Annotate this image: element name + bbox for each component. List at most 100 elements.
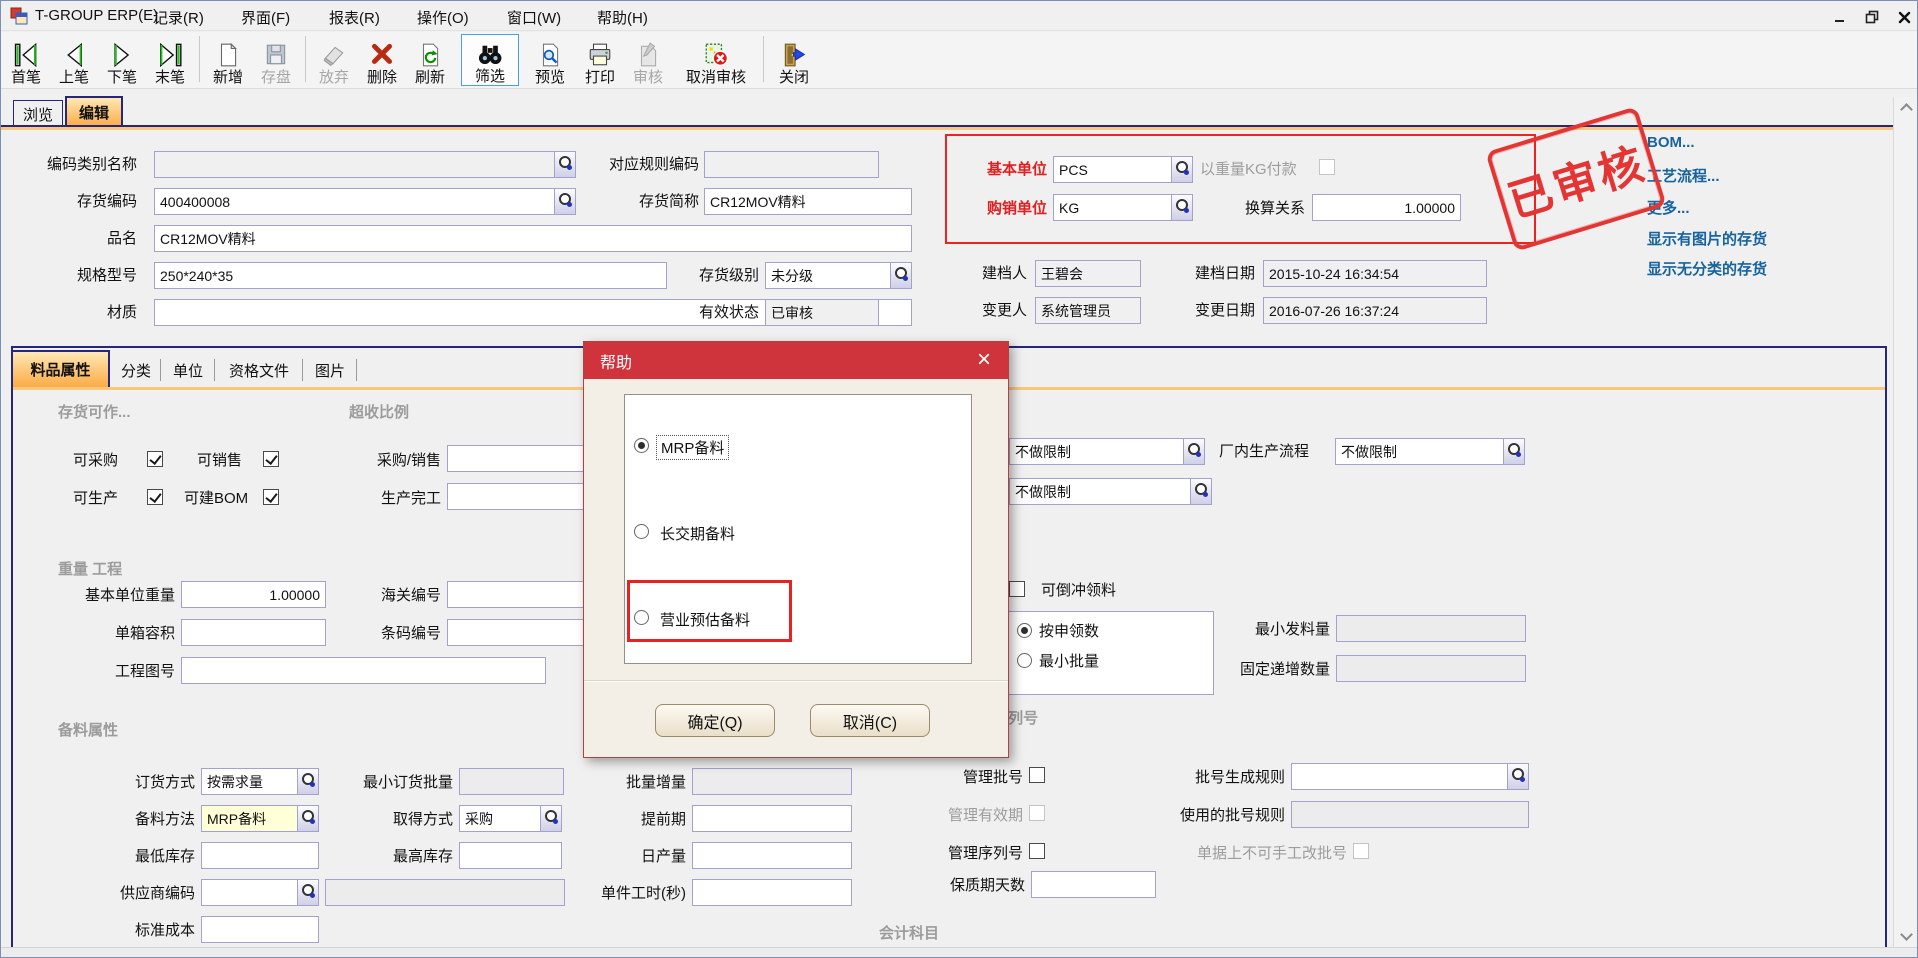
sellable-checkbox[interactable]	[263, 451, 279, 467]
toolbar-cancel-audit-button[interactable]: 取消审核	[675, 34, 757, 86]
scroll-up-icon[interactable]	[1900, 103, 1913, 116]
code-class-field[interactable]	[154, 151, 576, 178]
lookup-icon[interactable]	[554, 152, 575, 177]
fixed-increment-label: 固定递增数量	[1196, 661, 1330, 679]
menu-record[interactable]: 记录(R)	[153, 7, 204, 28]
minimize-button[interactable]	[1829, 7, 1851, 27]
tab-image[interactable]: 图片	[306, 356, 354, 384]
tab-classification[interactable]: 分类	[114, 356, 158, 384]
manage-serial-checkbox[interactable]	[1029, 843, 1045, 859]
restore-button[interactable]	[1861, 7, 1883, 27]
min-batch-radio[interactable]	[1017, 653, 1032, 668]
lookup-icon[interactable]	[1503, 439, 1524, 464]
lookup-icon[interactable]	[297, 769, 318, 794]
purchasable-checkbox[interactable]	[147, 451, 163, 467]
dialog-close-icon[interactable]: ×	[970, 346, 998, 374]
can-build-bom-checkbox[interactable]	[263, 489, 279, 505]
toolbar-preview-button[interactable]: 预览	[527, 34, 573, 86]
order-mode-field[interactable]: 按需求量	[201, 768, 319, 795]
customs-code-label: 海关编号	[341, 587, 441, 605]
std-cost-field[interactable]	[201, 916, 319, 943]
option-mrp-label[interactable]: MRP备料	[656, 435, 729, 460]
toolbar-print-button[interactable]: 打印	[577, 34, 623, 86]
option-mrp-radio[interactable]	[634, 438, 649, 453]
show-with-image-link[interactable]: 显示有图片的存货	[1647, 228, 1767, 249]
min-stock-field[interactable]	[201, 842, 319, 869]
box-volume-label: 单箱容积	[51, 625, 175, 643]
tab-unit[interactable]: 单位	[164, 356, 212, 384]
barcode-field[interactable]	[447, 619, 597, 646]
option-long-lead-label[interactable]: 长交期备料	[660, 523, 735, 544]
option-long-lead-radio[interactable]	[634, 524, 649, 539]
vertical-scrollbar[interactable]	[1893, 97, 1918, 947]
bom-link[interactable]: BOM...	[1647, 134, 1695, 151]
lookup-icon[interactable]	[1183, 439, 1204, 464]
restriction-field-2[interactable]: 不做限制	[1009, 478, 1212, 505]
base-unit-field[interactable]: PCS	[1053, 156, 1193, 183]
lookup-icon[interactable]	[1171, 157, 1192, 182]
menu-app[interactable]: T-GROUP ERP(E)	[35, 7, 158, 24]
trade-unit-field[interactable]: KG	[1053, 194, 1193, 221]
scroll-down-icon[interactable]	[1900, 928, 1913, 941]
close-button[interactable]	[1893, 7, 1915, 27]
tab-qualification[interactable]: 资格文件	[218, 356, 300, 384]
unit-hours-field[interactable]	[692, 879, 852, 906]
menu-window[interactable]: 窗口(W)	[507, 7, 561, 28]
show-unclassified-link[interactable]: 显示无分类的存货	[1647, 258, 1767, 279]
customs-code-field[interactable]	[447, 581, 597, 608]
lookup-icon[interactable]	[297, 806, 318, 831]
prep-method-field[interactable]: MRP备料	[201, 805, 319, 832]
by-request-radio[interactable]	[1017, 623, 1032, 638]
toolbar-refresh-button[interactable]: 刷新	[407, 34, 453, 86]
lookup-icon[interactable]	[1507, 764, 1528, 789]
backflush-checkbox[interactable]	[1009, 581, 1025, 597]
toolbar-delete-button[interactable]: 删除	[359, 34, 405, 86]
batch-rule-field[interactable]	[1291, 763, 1529, 790]
dialog-title-bar[interactable]: 帮助	[584, 342, 1008, 379]
supplier-code-field[interactable]	[201, 879, 319, 906]
drawing-number-field[interactable]	[181, 657, 546, 684]
daily-output-field[interactable]	[692, 842, 852, 869]
lookup-icon[interactable]	[1171, 195, 1192, 220]
tab-browse[interactable]: 浏览	[13, 100, 63, 127]
lookup-icon[interactable]	[297, 880, 318, 905]
factory-flow-field[interactable]: 不做限制	[1335, 438, 1525, 465]
conversion-field[interactable]: 1.00000	[1312, 194, 1461, 221]
producible-checkbox[interactable]	[147, 489, 163, 505]
acquire-mode-label: 取得方式	[321, 811, 453, 829]
dialog-ok-button[interactable]: 确定(Q)	[655, 704, 775, 737]
purchase-sale-ratio-field[interactable]	[447, 445, 597, 472]
toolbar-last-button[interactable]: 末笔	[147, 34, 193, 86]
item-code-field[interactable]: 400400008	[154, 188, 576, 215]
production-done-ratio-field[interactable]	[447, 483, 597, 510]
menu-report[interactable]: 报表(R)	[329, 7, 380, 28]
tab-item-attributes[interactable]: 料品属性	[11, 350, 110, 387]
toolbar-audit-button: 审核	[625, 34, 671, 86]
menu-operation[interactable]: 操作(O)	[417, 7, 469, 28]
shelf-days-field[interactable]	[1031, 871, 1156, 898]
toolbar-first-button[interactable]: 首笔	[3, 34, 49, 86]
short-name-field[interactable]: CR12MOV精料	[704, 188, 912, 215]
toolbar-new-button[interactable]: 新增	[205, 34, 251, 86]
dialog-cancel-button[interactable]: 取消(C)	[810, 704, 930, 737]
restriction-field-1[interactable]: 不做限制	[1009, 438, 1205, 465]
lookup-icon[interactable]	[554, 189, 575, 214]
lookup-icon[interactable]	[890, 263, 911, 288]
base-weight-field[interactable]: 1.00000	[181, 581, 326, 608]
toolbar-prev-button[interactable]: 上笔	[51, 34, 97, 86]
manage-batch-checkbox[interactable]	[1029, 767, 1045, 783]
status-field: 已审核	[765, 299, 879, 326]
toolbar-close-button[interactable]: 关闭	[771, 34, 817, 86]
menu-interface[interactable]: 界面(F)	[241, 7, 290, 28]
lead-time-field[interactable]	[692, 805, 852, 832]
tab-edit[interactable]: 编辑	[65, 96, 123, 127]
name-field[interactable]: CR12MOV精料	[154, 225, 912, 252]
menu-help[interactable]: 帮助(H)	[597, 7, 648, 28]
lookup-icon[interactable]	[1190, 479, 1211, 504]
can-build-bom-label: 可建BOM	[184, 490, 248, 508]
toolbar-filter-button[interactable]: 筛选	[461, 34, 519, 86]
level-field[interactable]: 未分级	[765, 262, 912, 289]
box-volume-field[interactable]	[181, 619, 326, 646]
spec-field[interactable]: 250*240*35	[154, 262, 667, 289]
toolbar-next-button[interactable]: 下笔	[99, 34, 145, 86]
